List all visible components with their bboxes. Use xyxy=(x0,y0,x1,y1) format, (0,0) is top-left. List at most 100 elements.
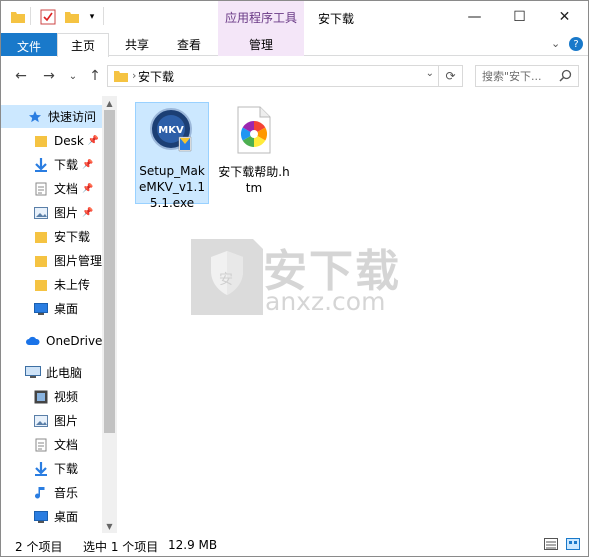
tab-manage[interactable]: 管理 xyxy=(218,33,304,56)
nav-item-downloads-pc[interactable]: 下载 xyxy=(1,457,102,480)
nav-label: 下载 xyxy=(54,462,79,476)
pin-icon: 📌 xyxy=(82,207,94,218)
nav-this-pc[interactable]: 此电脑 xyxy=(1,361,102,384)
nav-item-documents[interactable]: 文档 📌 xyxy=(1,177,102,200)
nav-label: 图片 xyxy=(54,206,79,220)
address-bar[interactable]: › 安下载 ⌄ xyxy=(107,65,439,87)
expand-ribbon-icon[interactable]: ⌄ xyxy=(551,37,560,50)
title-bar: ▾ 应用程序工具 安下载 — ☐ ✕ xyxy=(1,1,588,33)
file-item-makemkv[interactable]: MKV Setup_MakeMKV_v1.15.1.exe xyxy=(135,102,209,210)
file-name: Setup_MakeMKV_v1.15.1.exe xyxy=(139,164,205,210)
details-view-icon[interactable] xyxy=(544,538,558,553)
tab-share[interactable]: 共享 xyxy=(111,33,163,56)
address-dropdown-icon[interactable]: ⌄ xyxy=(426,68,434,79)
scroll-up-icon[interactable]: ▲ xyxy=(102,96,117,110)
search-placeholder: 搜索"安下... xyxy=(482,70,542,83)
nav-quick-access[interactable]: 快速访问 xyxy=(1,105,102,128)
file-item-help-htm[interactable]: 安下载帮助.htm xyxy=(217,102,291,204)
document-icon xyxy=(33,182,49,196)
window-title: 安下载 xyxy=(318,12,355,26)
refresh-icon: ⟳ xyxy=(445,69,456,83)
explorer-window: ▾ 应用程序工具 安下载 — ☐ ✕ 文件 主页 共享 查看 管理 ⌄ ? ← … xyxy=(0,0,589,557)
nav-label: 下载 xyxy=(54,158,79,172)
music-icon xyxy=(33,486,49,500)
large-icons-view-icon[interactable] xyxy=(566,538,580,553)
folder-icon[interactable] xyxy=(9,9,27,25)
nav-item-downloads[interactable]: 下载 📌 xyxy=(1,153,102,176)
nav-label: 文档 xyxy=(54,182,79,196)
search-input[interactable]: 搜索"安下... xyxy=(475,65,579,87)
close-button[interactable]: ✕ xyxy=(542,1,587,32)
breadcrumb-separator-icon: › xyxy=(132,69,137,82)
status-item-count: 2 个项目 xyxy=(15,540,63,554)
folder-icon xyxy=(33,278,49,292)
nav-item-documents-pc[interactable]: 文档 xyxy=(1,433,102,456)
help-icon[interactable]: ? xyxy=(569,37,583,51)
folder-icon xyxy=(33,134,49,148)
nav-label: Desk xyxy=(54,133,84,148)
maximize-button[interactable]: ☐ xyxy=(497,1,542,32)
minimize-button[interactable]: — xyxy=(452,1,497,32)
status-size: 12.9 MB xyxy=(168,538,218,552)
maximize-icon: ☐ xyxy=(513,8,526,25)
folder-icon xyxy=(114,70,128,85)
nav-item-videos[interactable]: 视频 xyxy=(1,385,102,408)
svg-text:MKV: MKV xyxy=(158,125,184,136)
nav-label: 图片 xyxy=(54,414,79,428)
nav-item-desk[interactable]: Desk 📌 xyxy=(1,129,102,152)
customize-toolbar-icon[interactable]: ▾ xyxy=(83,9,101,25)
nav-label: 视频 xyxy=(54,390,79,404)
back-button[interactable]: ← xyxy=(11,66,31,86)
tab-file[interactable]: 文件 xyxy=(1,33,57,56)
desktop-icon xyxy=(33,510,49,524)
nav-label: 桌面 xyxy=(54,510,79,524)
scrollbar-thumb[interactable] xyxy=(104,110,115,433)
nav-onedrive[interactable]: OneDrive xyxy=(1,329,102,352)
nav-item-desktop[interactable]: 桌面 xyxy=(1,297,102,320)
makemkv-icon: MKV xyxy=(149,107,195,157)
navigation-pane: 快速访问 Desk📌 下载📌 文档📌 图片📌 安下载 图片管理 未上传 xyxy=(1,96,117,533)
nav-label: 快速访问 xyxy=(48,110,97,124)
nav-item-anxz[interactable]: 安下载 xyxy=(1,225,102,248)
nav-item-music[interactable]: 音乐 xyxy=(1,481,102,504)
context-tab-app-tools[interactable]: 应用程序工具 xyxy=(218,1,304,33)
watermark-subtext: anxz.com xyxy=(265,287,386,316)
nav-label: 此电脑 xyxy=(46,366,83,380)
address-row: ← → ⌄ ↑ › 安下载 ⌄ ⟳ 搜索"安下... xyxy=(1,57,588,95)
pin-icon: 📌 xyxy=(82,159,94,170)
nav-item-picture-manager[interactable]: 图片管理 xyxy=(1,249,102,272)
new-folder-icon[interactable] xyxy=(63,9,81,25)
forward-button[interactable]: → xyxy=(39,66,59,86)
status-selected: 选中 1 个项目 xyxy=(83,540,159,554)
ribbon-tabs: 文件 主页 共享 查看 管理 ⌄ ? xyxy=(1,33,588,57)
folder-icon xyxy=(33,254,49,268)
scroll-down-icon[interactable]: ▼ xyxy=(102,519,117,533)
download-icon xyxy=(33,157,49,172)
search-icon xyxy=(559,69,572,85)
breadcrumb[interactable]: 安下载 xyxy=(138,68,174,85)
nav-scrollbar[interactable]: ▲ ▼ xyxy=(102,96,117,533)
cloud-icon xyxy=(25,334,41,348)
nav-label: 桌面 xyxy=(54,302,79,316)
status-bar: 2 个项目 选中 1 个项目 12.9 MB xyxy=(1,534,588,556)
up-button[interactable]: ↑ xyxy=(85,66,105,86)
desktop-icon xyxy=(33,302,49,316)
picture-icon xyxy=(33,206,49,220)
htm-file-icon xyxy=(234,106,274,158)
document-icon xyxy=(33,438,49,452)
recent-locations-button[interactable]: ⌄ xyxy=(63,66,83,86)
nav-label: 图片管理 xyxy=(53,254,102,268)
nav-item-desktop-pc[interactable]: 桌面 xyxy=(1,505,102,528)
nav-item-pictures[interactable]: 图片 📌 xyxy=(1,201,102,224)
download-icon xyxy=(33,461,49,476)
folder-icon xyxy=(33,230,49,244)
pin-icon: 📌 xyxy=(87,135,100,146)
nav-label: 安下载 xyxy=(54,230,91,244)
nav-item-not-uploaded[interactable]: 未上传 xyxy=(1,273,102,296)
tab-view[interactable]: 查看 xyxy=(163,33,215,56)
tab-home[interactable]: 主页 xyxy=(57,33,109,57)
properties-icon[interactable] xyxy=(39,9,57,25)
refresh-button[interactable]: ⟳ xyxy=(439,65,463,87)
nav-item-pictures-pc[interactable]: 图片 xyxy=(1,409,102,432)
close-icon: ✕ xyxy=(558,8,571,25)
